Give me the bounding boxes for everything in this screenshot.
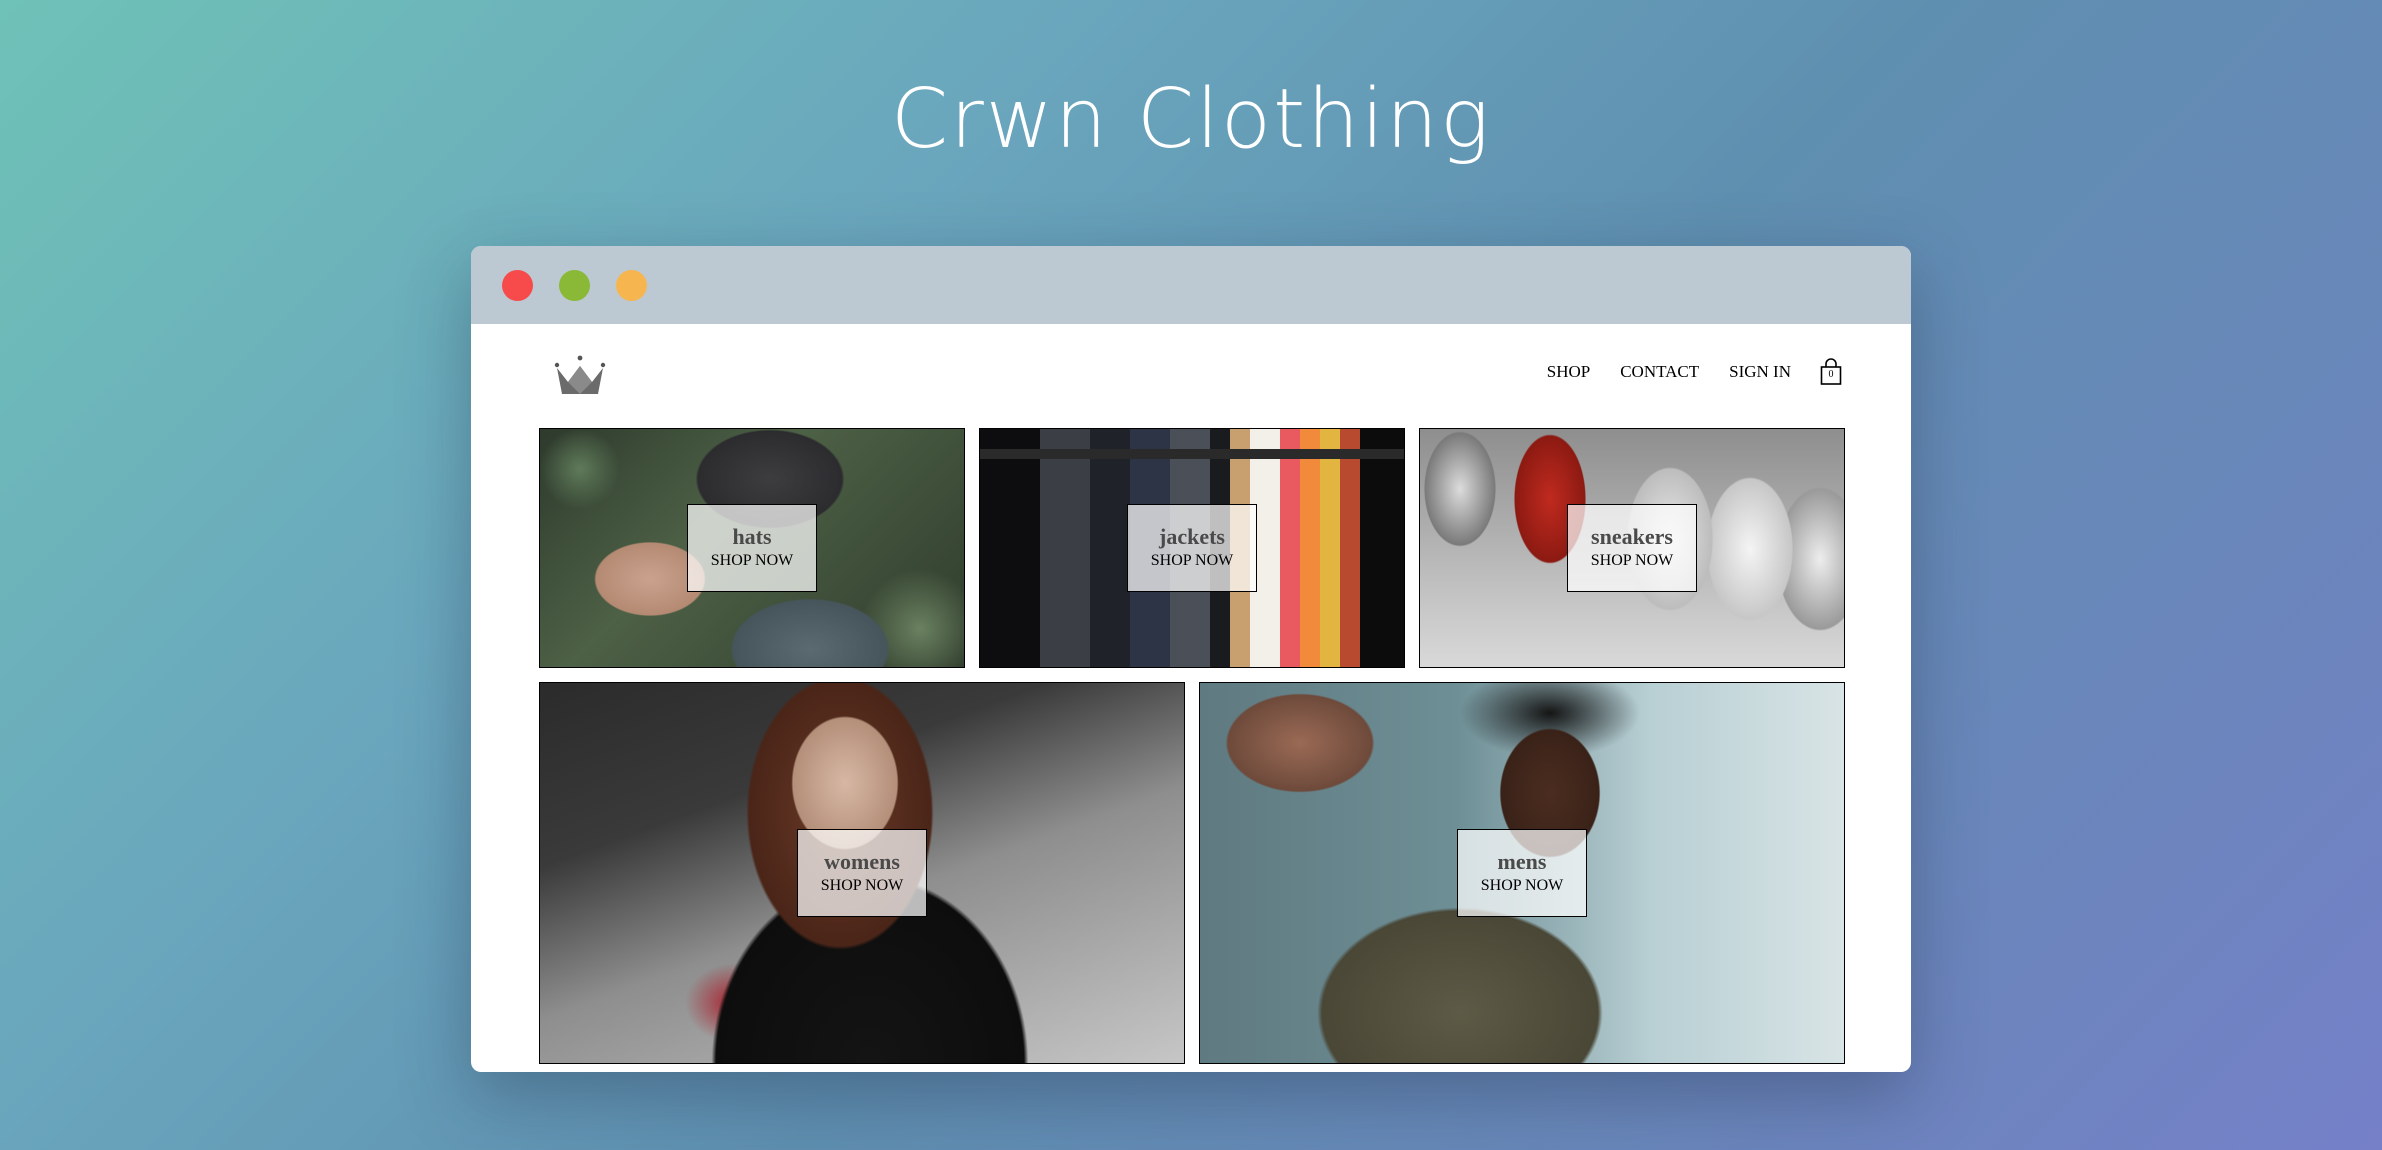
header-navbar: SHOP CONTACT SIGN IN 0	[471, 324, 1911, 424]
shopping-bag-icon[interactable]: 0	[1819, 358, 1843, 386]
crown-icon[interactable]	[553, 354, 607, 398]
menu-item-subtitle: SHOP NOW	[1150, 552, 1234, 569]
menu-item-subtitle: SHOP NOW	[820, 877, 904, 894]
cart-item-count: 0	[1828, 369, 1834, 380]
menu-item-womens[interactable]: womens SHOP NOW	[539, 682, 1185, 1064]
menu-item-content[interactable]: jackets SHOP NOW	[1127, 504, 1257, 592]
nav-sign-in-link[interactable]: SIGN IN	[1729, 362, 1791, 382]
window-titlebar	[471, 246, 1911, 324]
menu-item-subtitle: SHOP NOW	[710, 552, 794, 569]
menu-item-mens[interactable]: mens SHOP NOW	[1199, 682, 1845, 1064]
maximize-window-button[interactable]	[616, 269, 647, 301]
menu-item-sneakers[interactable]: sneakers SHOP NOW	[1419, 428, 1845, 668]
menu-item-content[interactable]: womens SHOP NOW	[797, 829, 927, 917]
nav-options: SHOP CONTACT SIGN IN 0	[1517, 358, 1843, 386]
menu-item-title: jackets	[1159, 524, 1225, 549]
menu-item-content[interactable]: hats SHOP NOW	[687, 504, 817, 592]
menu-item-hats[interactable]: hats SHOP NOW	[539, 428, 965, 668]
close-window-button[interactable]	[502, 269, 533, 301]
menu-item-subtitle: SHOP NOW	[1480, 877, 1564, 894]
menu-item-title: hats	[732, 524, 772, 549]
directory-menu: hats SHOP NOW jackets SHOP NOW sneakers …	[539, 428, 1845, 1064]
menu-item-subtitle: SHOP NOW	[1590, 552, 1674, 569]
nav-contact-link[interactable]: CONTACT	[1620, 362, 1699, 382]
minimize-window-button[interactable]	[559, 269, 590, 301]
browser-window: SHOP CONTACT SIGN IN 0 hats SHOP NOW jac…	[471, 246, 1911, 1072]
nav-shop-link[interactable]: SHOP	[1547, 362, 1590, 382]
menu-item-content[interactable]: mens SHOP NOW	[1457, 829, 1587, 917]
menu-item-title: mens	[1497, 849, 1547, 874]
menu-item-title: womens	[824, 849, 900, 874]
menu-item-content[interactable]: sneakers SHOP NOW	[1567, 504, 1697, 592]
menu-item-jackets[interactable]: jackets SHOP NOW	[979, 428, 1405, 668]
page-title: Crwn Clothing	[890, 72, 1492, 167]
menu-item-title: sneakers	[1591, 524, 1673, 549]
